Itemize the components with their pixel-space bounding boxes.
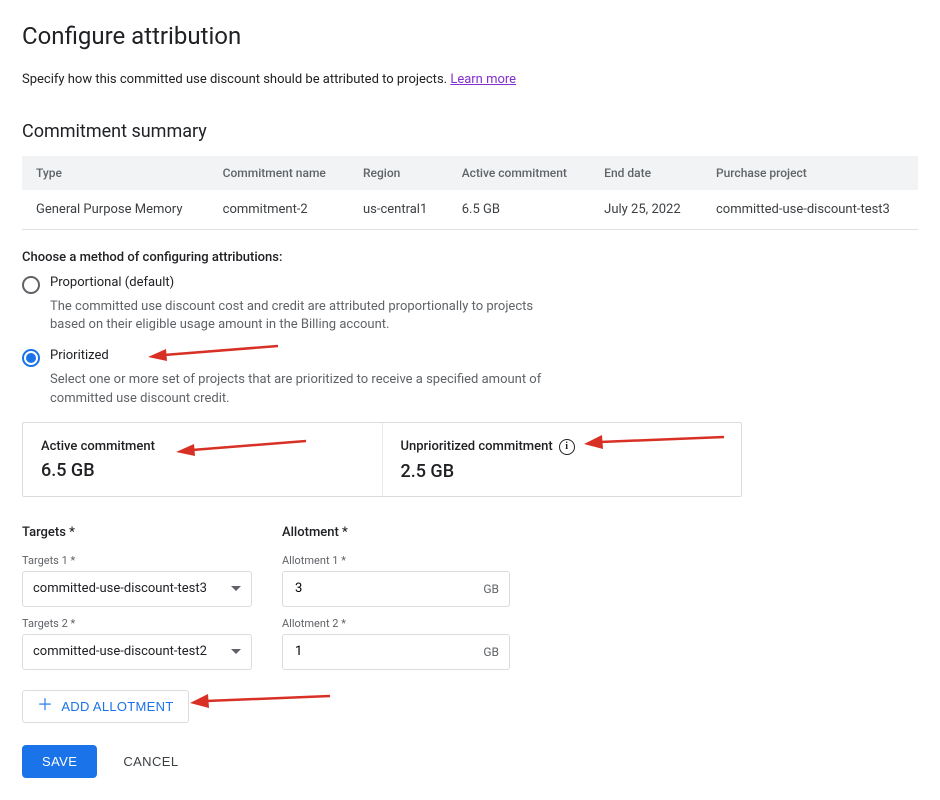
col-active: Active commitment <box>448 156 590 190</box>
add-allotment-button[interactable]: ＋ ADD ALLOTMENT <box>22 690 189 723</box>
col-project: Purchase project <box>702 156 918 190</box>
annotation-arrow <box>190 686 330 710</box>
unit-label: GB <box>483 645 499 659</box>
allotment-heading: Allotment * <box>282 525 510 540</box>
allotment-2-input[interactable] <box>293 643 483 660</box>
active-commitment-value: 6.5 GB <box>41 460 364 481</box>
radio-prioritized-label[interactable]: Prioritized <box>50 348 109 367</box>
active-commitment-label: Active commitment <box>41 439 364 454</box>
cancel-button[interactable]: CANCEL <box>117 753 184 770</box>
target-1-select[interactable]: committed-use-discount-test3 <box>22 571 252 607</box>
col-name: Commitment name <box>209 156 349 190</box>
allotment-2-label: Allotment 2 * <box>282 617 510 630</box>
target-2-select[interactable]: committed-use-discount-test2 <box>22 634 252 670</box>
targets-heading: Targets * <box>22 525 252 540</box>
commitment-summary-table: Type Commitment name Region Active commi… <box>22 156 918 230</box>
allotment-2-input-wrap: GB <box>282 634 510 670</box>
col-region: Region <box>349 156 448 190</box>
info-icon[interactable]: i <box>559 439 575 455</box>
table-row: General Purpose Memory commitment-2 us-c… <box>22 190 918 230</box>
unit-label: GB <box>483 582 499 596</box>
chevron-down-icon <box>231 649 241 654</box>
target-1-label: Targets 1 * <box>22 554 252 567</box>
allotment-1-input-wrap: GB <box>282 571 510 607</box>
radio-proportional[interactable] <box>22 276 40 294</box>
unprioritized-commitment-value: 2.5 GB <box>401 461 724 482</box>
radio-proportional-label[interactable]: Proportional (default) <box>50 275 174 294</box>
save-button[interactable]: SAVE <box>22 745 97 778</box>
commitment-card: Active commitment 6.5 GB Unprioritized c… <box>22 422 742 497</box>
method-heading: Choose a method of configuring attributi… <box>22 250 918 265</box>
radio-prioritized[interactable] <box>22 349 40 367</box>
page-description: Specify how this committed use discount … <box>22 72 918 87</box>
allotment-1-input[interactable] <box>293 580 483 597</box>
learn-more-link[interactable]: Learn more <box>450 72 516 87</box>
target-2-label: Targets 2 * <box>22 617 252 630</box>
chevron-down-icon <box>231 586 241 591</box>
col-type: Type <box>22 156 209 190</box>
radio-prioritized-sub: Select one or more set of projects that … <box>50 371 570 407</box>
commitment-summary-heading: Commitment summary <box>22 121 918 146</box>
page-title: Configure attribution <box>22 22 918 50</box>
unprioritized-commitment-label: Unprioritized commitment <box>401 439 553 454</box>
col-end: End date <box>590 156 702 190</box>
allotment-1-label: Allotment 1 * <box>282 554 510 567</box>
radio-proportional-sub: The committed use discount cost and cred… <box>50 298 570 334</box>
